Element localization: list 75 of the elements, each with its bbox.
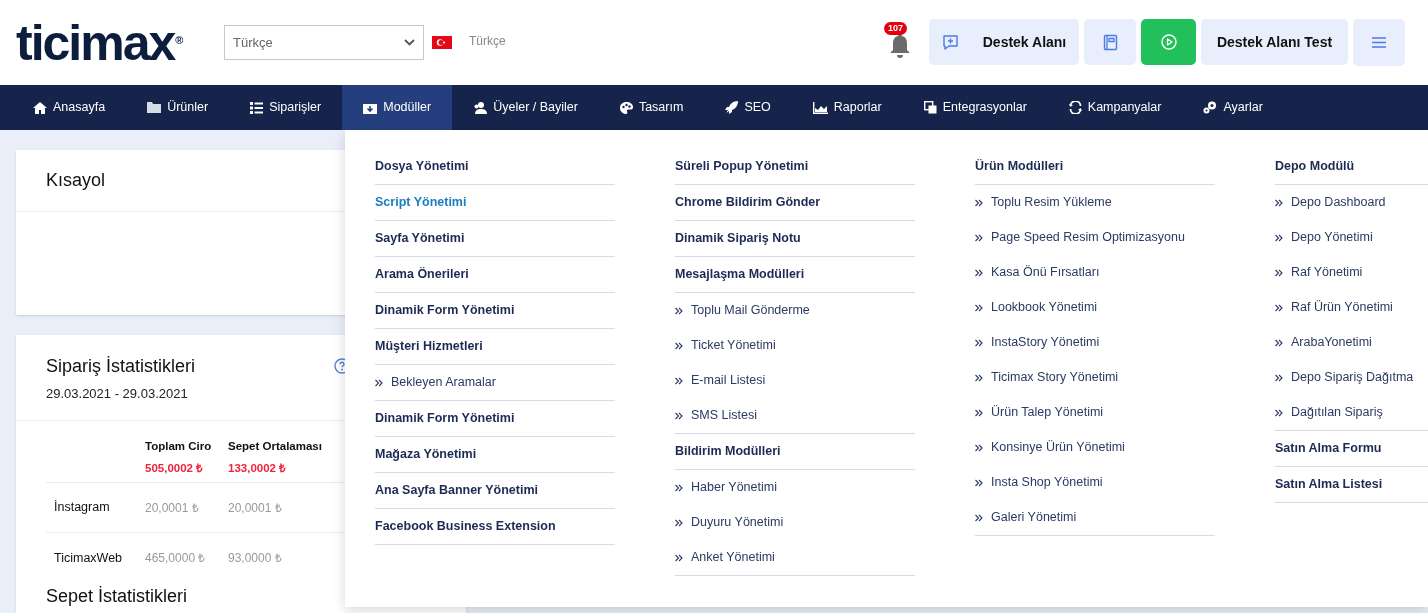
menu-link[interactable]: E-mail Listesi	[675, 363, 915, 398]
menu-link[interactable]: Kasa Önü Fırsatları	[975, 255, 1215, 290]
account-button[interactable]: Destek Alanı Test	[1201, 19, 1348, 65]
menu-link[interactable]: Facebook Business Extension	[375, 509, 615, 545]
menu-link[interactable]: Ana Sayfa Banner Yönetimi	[375, 473, 615, 509]
nav-tab[interactable]: Kampanyalar	[1047, 85, 1183, 130]
menu-link[interactable]: Depo Sipariş Dağıtma	[1275, 360, 1428, 395]
menu-link[interactable]: Mağaza Yönetimi	[375, 437, 615, 473]
menu-link[interactable]: Haber Yönetimi	[675, 470, 915, 505]
language-label: Türkçe	[469, 32, 506, 50]
menu-heading: Ürün Modülleri	[975, 149, 1215, 185]
total-value: 505,0002 ₺	[145, 461, 205, 477]
menu-link[interactable]: Anket Yönetimi	[675, 540, 915, 576]
menu-link[interactable]: Bekleyen Aramalar	[375, 365, 615, 401]
menu-link[interactable]: Depo Dashboard	[1275, 185, 1428, 220]
menu-link[interactable]: Duyuru Yönetimi	[675, 505, 915, 540]
menu-heading: Bildirim Modülleri	[675, 434, 915, 470]
menu-link[interactable]: Lookbook Yönetimi	[975, 290, 1215, 325]
menu-link[interactable]: Süreli Popup Yönetimi	[675, 149, 915, 185]
card-title: Sepet İstatistikleri	[46, 586, 188, 606]
menu-link[interactable]: Raf Yönetimi	[1275, 255, 1428, 290]
menu-link[interactable]: Dağıtılan Sipariş	[1275, 395, 1428, 431]
menu-link[interactable]: InstaStory Yönetimi	[975, 325, 1215, 360]
logo[interactable]: ticimax®	[16, 17, 196, 68]
menu-link[interactable]: Dosya Yönetimi	[375, 149, 615, 185]
menu-link[interactable]: Depo Yönetimi	[1275, 220, 1428, 255]
menu-link[interactable]: Script Yönetimi	[375, 185, 615, 221]
menu-link[interactable]: Satın Alma Listesi	[1275, 467, 1428, 503]
row-label: TicimaxWeb	[53, 549, 124, 567]
table-cell-text: 20,0001 ₺	[145, 499, 200, 517]
card-title: Sipariş İstatistikleri	[46, 355, 196, 377]
menu-link[interactable]: Ticket Yönetimi	[675, 328, 915, 363]
nav-tab[interactable]: Ayarlar	[1182, 85, 1284, 130]
nav-tab[interactable]: Entegrasyonlar	[902, 85, 1048, 130]
menu-heading: Mesajlaşma Modülleri	[675, 257, 915, 293]
table-cell-text: 93,0000 ₺	[228, 550, 283, 567]
date-range: 29.03.2021 - 29.03.2021	[46, 385, 189, 403]
menu-link[interactable]: Arama Önerileri	[375, 257, 615, 293]
menu-heading: Müşteri Hizmetleri	[375, 329, 615, 365]
menu-link[interactable]: Raf Ürün Yönetimi	[1275, 290, 1428, 325]
column-header: Toplam Ciro	[145, 439, 213, 454]
menu-link[interactable]: Galeri Yönetimi	[975, 500, 1215, 536]
menu-link[interactable]: Page Speed Resim Optimizasyonu	[975, 220, 1215, 255]
table-cell-text: 20,0001 ₺	[228, 499, 283, 517]
menu-link[interactable]: ArabaYonetimi	[1275, 325, 1428, 360]
menu-link[interactable]: Toplu Mail Gönderme	[675, 293, 915, 328]
card-title: Kısayol	[46, 169, 106, 192]
support-button[interactable]: Destek Alanı	[929, 19, 1079, 65]
menu-link[interactable]: SMS Listesi	[675, 398, 915, 434]
nav-tab[interactable]: Siparişler	[229, 85, 343, 130]
menu-link[interactable]: Dinamik Sipariş Notu	[675, 221, 915, 257]
menu-link[interactable]: Insta Shop Yönetimi	[975, 465, 1215, 500]
menu-link[interactable]: Dinamik Form Yönetimi	[375, 293, 615, 329]
table-cell-text: 465,0000 ₺	[145, 550, 207, 567]
menu-link[interactable]: Toplu Resim Yükleme	[975, 185, 1215, 220]
total-value: 133,0002 ₺	[228, 461, 288, 477]
nav-tab[interactable]: Üyeler / Bayiler	[452, 85, 599, 130]
menu-link[interactable]: Konsinye Ürün Yönetimi	[975, 430, 1215, 465]
menu-link[interactable]: Ürün Talep Yönetimi	[975, 395, 1215, 430]
nav-tab[interactable]: Anasayfa	[12, 85, 127, 130]
row-label: İnstagram	[53, 499, 111, 517]
nav-tab[interactable]: SEO	[704, 85, 792, 130]
menu-link[interactable]: Dinamik Form Yönetimi	[375, 401, 615, 437]
nav-tab[interactable]: Tasarım	[598, 85, 705, 130]
menu-link[interactable]: Satın Alma Formu	[1275, 431, 1428, 467]
menu-link[interactable]: Ticimax Story Yönetimi	[975, 360, 1215, 395]
language-select[interactable]: Türkçe	[224, 25, 424, 60]
nav-tab[interactable]: Ürünler	[126, 85, 230, 130]
menu-heading: Depo Modülü	[1275, 149, 1428, 185]
nav-tab[interactable]: Modüller	[342, 85, 453, 130]
menu-link[interactable]: Chrome Bildirim Gönder	[675, 185, 915, 221]
menu-link[interactable]: Sayfa Yönetimi	[375, 221, 615, 257]
notification-badge: 107	[884, 21, 908, 35]
nav-tab[interactable]: Raporlar	[791, 85, 903, 130]
column-header: Sepet Ortalaması	[228, 439, 323, 454]
